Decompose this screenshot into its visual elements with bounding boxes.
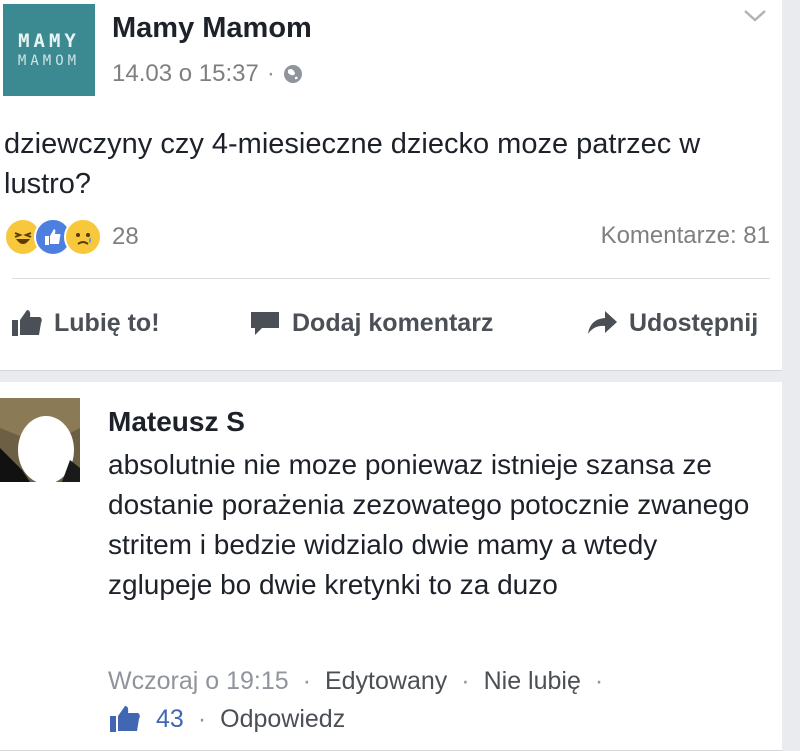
meta-separator: · (266, 60, 275, 87)
share-icon (588, 311, 617, 334)
thumb-up-icon (110, 706, 140, 732)
sad-icon (64, 218, 102, 256)
reaction-count: 28 (112, 223, 139, 250)
comment-actions: 43 · Odpowiedz (108, 704, 345, 734)
meta-separator: · (594, 667, 604, 695)
post-meta: 14.03 o 15:37 · (112, 60, 303, 88)
meta-separator: · (461, 667, 470, 695)
like-button-label: Lubię to! (54, 308, 160, 337)
comment-icon (251, 312, 279, 335)
thumb-up-icon (12, 310, 42, 336)
post-actions: Lubię to! Dodaj komentarz Udostępnij (0, 300, 782, 346)
comment-like-count[interactable]: 43 (156, 705, 184, 734)
logo-line-2: MAMOM (17, 52, 81, 69)
meta-separator: · (197, 704, 207, 733)
avatar[interactable] (0, 398, 80, 482)
reactions-summary[interactable]: 28 (4, 218, 139, 256)
share-button[interactable]: Udostępnij (585, 308, 758, 338)
logo-line-1: MAMY (18, 30, 80, 53)
post-text: dziewczyny czy 4-miesieczne dziecko moze… (4, 128, 701, 200)
meta-separator: · (302, 667, 311, 695)
unlike-button[interactable]: Nie lubię (484, 667, 581, 696)
comment-button-label: Dodaj komentarz (292, 308, 494, 337)
divider (12, 278, 770, 279)
comment-button[interactable]: Dodaj komentarz (248, 308, 493, 338)
share-button-label: Udostępnij (629, 308, 759, 337)
chevron-down-icon[interactable] (742, 6, 768, 26)
comment-meta: Wczoraj o 19:15 · Edytowany · Nie lubię … (108, 667, 603, 696)
post-card: MAMY MAMOM Mamy Mamom 14.03 o 15:37 · dz… (0, 0, 782, 371)
page-logo[interactable]: MAMY MAMOM (3, 4, 95, 96)
like-button[interactable]: Lubię to! (10, 308, 160, 338)
page-name[interactable]: Mamy Mamom (112, 12, 312, 45)
comment-text: absolutnie nie moze poniewaz istnieje sz… (108, 449, 750, 600)
comment-time[interactable]: Wczoraj o 19:15 (108, 667, 289, 696)
comment-author[interactable]: Mateusz S (108, 406, 245, 438)
post-timestamp[interactable]: 14.03 o 15:37 (112, 60, 259, 88)
edited-link[interactable]: Edytowany (325, 667, 447, 696)
reply-button[interactable]: Odpowiedz (220, 705, 345, 734)
globe-icon (283, 65, 302, 83)
comments-count[interactable]: Komentarze: 81 (601, 222, 770, 250)
